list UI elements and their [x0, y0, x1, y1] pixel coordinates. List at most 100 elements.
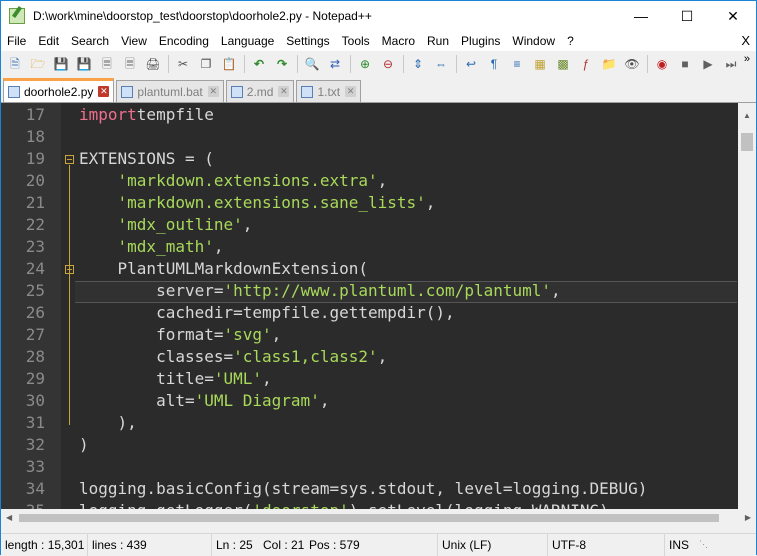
menu-encoding[interactable]: Encoding [153, 34, 215, 48]
fold-toggle-icon[interactable] [65, 155, 74, 164]
file-icon [230, 85, 243, 98]
status-ln: Ln : 25 [216, 537, 253, 552]
fold-guide [69, 165, 70, 281]
line-number: 23 [25, 237, 45, 256]
menu-window[interactable]: Window [506, 34, 561, 48]
user-language-icon[interactable]: ▦ [530, 54, 550, 74]
tab-label: 2.md [246, 84, 274, 99]
code-text: title= [79, 369, 214, 388]
scroll-right-icon[interactable]: ▶ [745, 513, 751, 522]
fold-guide [69, 275, 70, 425]
menu-run[interactable]: Run [421, 34, 455, 48]
tab-label: plantuml.bat [137, 84, 203, 99]
close-tab-icon[interactable]: ✕ [98, 86, 110, 97]
tab-1-txt[interactable]: 1.txt ✕ [296, 80, 362, 102]
menu-file[interactable]: File [1, 34, 32, 48]
line-number: 19 [25, 149, 45, 168]
resize-grip-icon[interactable]: ⋱ [699, 539, 711, 551]
menu-tools[interactable]: Tools [336, 34, 376, 48]
file-icon [8, 85, 20, 98]
tab-plantuml-bat[interactable]: plantuml.bat ✕ [116, 80, 224, 102]
horizontal-scroll-thumb[interactable] [19, 514, 719, 522]
code-text: classes= [79, 347, 234, 366]
word-wrap-icon[interactable]: ↩ [461, 54, 481, 74]
sync-vertical-icon[interactable]: ⇕ [408, 54, 428, 74]
line-number: 17 [25, 105, 45, 124]
folder-as-workspace-icon[interactable]: 📁 [599, 54, 619, 74]
menu-edit[interactable]: Edit [32, 34, 65, 48]
code-text: logging.getLogger( [79, 501, 252, 509]
indent-guide-icon[interactable]: ≡ [507, 54, 527, 74]
window-title: D:\work\mine\doorstop_test\doorstop\door… [33, 9, 372, 23]
code-line: logging.basicConfig(stream=sys.stdout, l… [79, 478, 647, 500]
print-icon[interactable]: 🖨 [143, 54, 163, 74]
toolbar-overflow-icon[interactable]: » [744, 53, 750, 65]
code-line: 'mdx_math', [79, 236, 224, 258]
close-document-button[interactable]: X [741, 33, 750, 48]
file-icon [121, 85, 134, 98]
code-text: , [242, 215, 253, 234]
tab-label: doorhole2.py [24, 84, 94, 99]
tab-doorhole2-py[interactable]: doorhole2.py ✕ [3, 78, 115, 102]
code-string: 'markdown.extensions.sane_lists' [117, 193, 426, 212]
redo-icon[interactable]: ↷ [272, 54, 292, 74]
save-icon[interactable]: 💾 [51, 54, 71, 74]
code-editor[interactable]: importtempfile EXTENSIONS = ( 'markdown.e… [1, 103, 756, 509]
code-line: classes='class1,class2', [79, 346, 387, 368]
vertical-scroll-thumb[interactable] [741, 133, 753, 151]
close-all-icon[interactable]: 🗏 [120, 54, 140, 74]
replace-icon[interactable]: ⇄ [325, 54, 345, 74]
zoom-out-icon[interactable]: ⊖ [378, 54, 398, 74]
record-macro-icon[interactable]: ◉ [652, 54, 672, 74]
scroll-up-icon[interactable]: ▲ [743, 111, 751, 120]
monitoring-icon[interactable]: 👁 [622, 54, 642, 74]
code-line: alt='UML Diagram', [79, 390, 329, 412]
fold-toggle-icon[interactable] [65, 265, 74, 274]
minimize-button[interactable]: — [618, 1, 664, 31]
cut-icon[interactable]: ✂ [173, 54, 193, 74]
code-text: ) [79, 435, 89, 454]
scroll-left-icon[interactable]: ◀ [6, 513, 12, 522]
copy-icon[interactable]: ❐ [196, 54, 216, 74]
maximize-button[interactable]: ☐ [664, 1, 710, 31]
code-text: ), [79, 413, 137, 432]
menu-language[interactable]: Language [215, 34, 280, 48]
close-tab-icon[interactable]: ✕ [345, 86, 357, 97]
menu-plugins[interactable]: Plugins [455, 34, 506, 48]
function-list-icon[interactable]: ƒ [576, 54, 596, 74]
close-file-icon[interactable]: 🗏 [97, 54, 117, 74]
run-macro-multiple-icon[interactable]: ⏭ [721, 54, 741, 74]
code-line: PlantUMLMarkdownExtension( [79, 258, 368, 280]
document-map-icon[interactable]: ▩ [553, 54, 573, 74]
menu-help[interactable]: ? [561, 34, 580, 48]
code-line: logging.getLogger('doorstop').setLevel(l… [79, 500, 609, 509]
line-number: 28 [25, 347, 45, 366]
close-tab-icon[interactable]: ✕ [278, 86, 290, 97]
menu-macro[interactable]: Macro [376, 34, 421, 48]
code-text: cachedir=tempfile.gettempdir(), [79, 303, 455, 322]
vertical-scrollbar[interactable]: ▲ [738, 103, 756, 509]
tab-2-md[interactable]: 2.md ✕ [225, 80, 295, 102]
code-text: tempfile [136, 105, 214, 124]
open-folder-icon[interactable]: 🗁 [28, 54, 48, 74]
new-file-icon[interactable]: 🗎 [5, 54, 25, 74]
sync-horizontal-icon[interactable]: ⇔ [431, 54, 451, 74]
close-tab-icon[interactable]: ✕ [207, 86, 219, 97]
menu-settings[interactable]: Settings [280, 34, 335, 48]
find-icon[interactable]: 🔍 [302, 54, 322, 74]
code-text: , [213, 237, 224, 256]
playback-macro-icon[interactable]: ▶ [698, 54, 718, 74]
toolbar-separator [168, 55, 169, 73]
zoom-in-icon[interactable]: ⊕ [355, 54, 375, 74]
show-all-characters-icon[interactable]: ¶ [484, 54, 504, 74]
code-line: ) [79, 434, 89, 456]
undo-icon[interactable]: ↶ [249, 54, 269, 74]
code-string: 'UML' [213, 369, 263, 388]
line-number: 20 [25, 171, 45, 190]
save-all-icon[interactable]: 💾 [74, 54, 94, 74]
stop-recording-icon[interactable]: ■ [675, 54, 695, 74]
close-window-button[interactable]: ✕ [710, 1, 756, 31]
menu-search[interactable]: Search [65, 34, 115, 48]
paste-icon[interactable]: 📋 [219, 54, 239, 74]
menu-view[interactable]: View [115, 34, 153, 48]
